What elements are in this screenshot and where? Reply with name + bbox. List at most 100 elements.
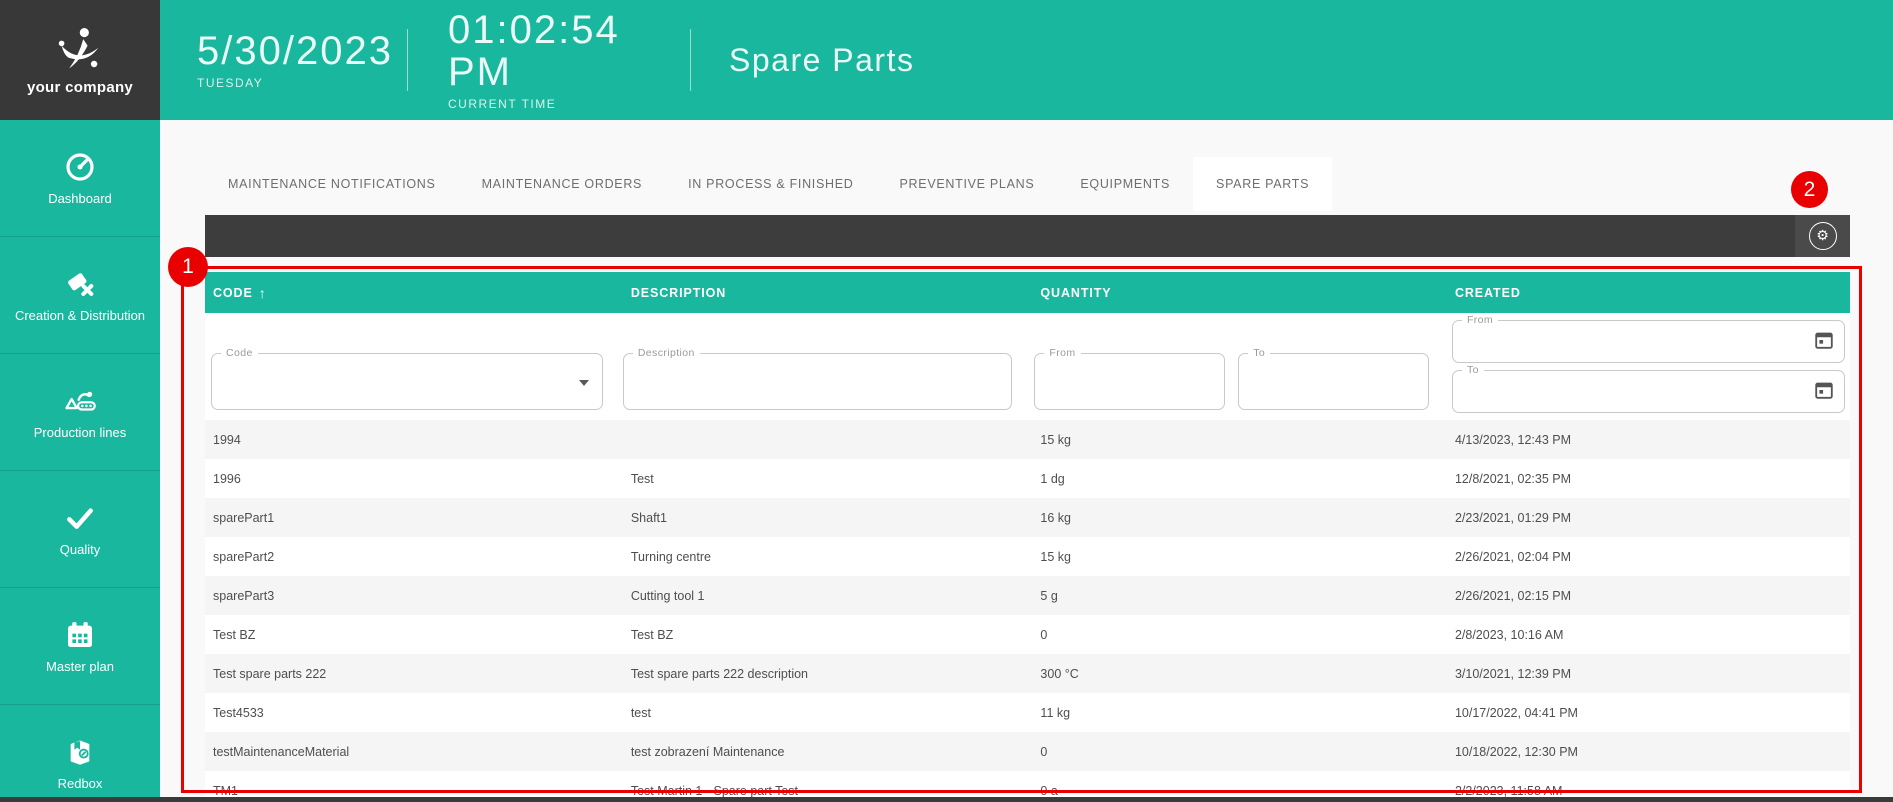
tab-equipments[interactable]: EQUIPMENTS [1057,157,1193,211]
cell-created: 10/18/2022, 12:30 PM [1454,744,1578,759]
gear-icon: ⚙ [1808,222,1837,250]
cell-created: 3/10/2021, 12:39 PM [1454,666,1572,681]
table-body: 1994 15 kg 4/13/2023, 12:43 PM 1996 Test 1 dg… [205,420,1850,802]
cell-quantity: 300 °C [1040,666,1079,681]
cell-quantity: 16 kg [1040,510,1072,525]
quantity-from-field: From [1034,347,1226,410]
cell-description: Test spare parts 222 description [630,666,809,681]
cell-created: 4/13/2023, 12:43 PM [1454,432,1572,447]
window-bottom-edge [0,797,1893,802]
calendar-icon[interactable] [1811,379,1837,405]
code-filter-label: Code [221,347,258,359]
header-divider [407,29,408,91]
cell-quantity: 0 [1040,627,1048,642]
created-to-label: To [1461,364,1484,376]
cell-description: test zobrazení Maintenance [630,744,785,759]
sidebar-item-label: Dashboard [48,191,112,206]
current-day-label: TUESDAY [197,76,264,90]
cell-quantity: 5 g [1040,588,1058,603]
created-from-label: From [1461,314,1499,326]
description-filter-label: Description [632,347,700,359]
sidebar-item-master-plan[interactable]: Master plan [0,588,160,705]
sidebar-item-redbox[interactable]: Redbox [0,705,160,802]
quantity-from-label: From [1044,347,1081,359]
cell-quantity: 15 kg [1040,432,1072,447]
cell-code: sparePart2 [213,549,275,564]
cell-code: testMaintenanceMaterial [213,744,350,759]
sidebar-item-label: Master plan [46,659,114,674]
table-row[interactable]: Test spare parts 222 Test spare parts 222… [205,654,1850,693]
cell-description: Test BZ [630,627,674,642]
spare-parts-table: CODE ↑ DESCRIPTION QUANTITY CREATED Code [205,272,1850,802]
cell-created: 2/26/2021, 02:15 PM [1454,588,1572,603]
cell-quantity: 15 kg [1040,549,1072,564]
calendar-grid-icon [62,618,98,652]
created-to-field: To [1451,364,1845,413]
cell-quantity: 1 dg [1040,471,1065,486]
quantity-to-label: To [1248,347,1271,359]
table-row[interactable]: testMaintenanceMaterial test zobrazení Ma… [205,732,1850,771]
cell-created: 10/17/2022, 04:41 PM [1454,705,1578,720]
cell-quantity: 11 kg [1040,705,1071,720]
tab-maintenance-orders[interactable]: MAINTENANCE ORDERS [459,157,666,211]
settings-button[interactable]: ⚙ [1795,215,1850,257]
company-name: your company [26,78,134,96]
sidebar-item-label: Creation & Distribution [14,308,146,323]
column-header-description[interactable]: DESCRIPTION [623,286,1033,300]
table-row[interactable]: sparePart1 Shaft1 16 kg 2/23/2021, 01:29 PM [205,498,1850,537]
ticket-x-icon [62,267,98,301]
table-row[interactable]: Test4533 test 11 kg 10/17/2022, 04:41 PM [205,693,1850,732]
sidebar-item-dashboard[interactable]: Dashboard [0,120,160,237]
filter-row: Code Description From To From To [205,313,1850,420]
sidebar-item-label: Production lines [33,425,127,440]
cell-description: Test [630,471,654,486]
cell-description: test [630,705,651,720]
tab-maintenance-notifications[interactable]: MAINTENANCE NOTIFICATIONS [205,157,459,211]
table-row[interactable]: sparePart3 Cutting tool 1 5 g 2/26/2021, 02… [205,576,1850,615]
redbox-icon [62,735,98,769]
cell-code: 1996 [213,471,241,486]
cell-quantity: 0 [1040,744,1048,759]
cell-code: sparePart1 [213,510,275,525]
sidebar-item-quality[interactable]: Quality [0,471,160,588]
calendar-icon[interactable] [1811,329,1837,355]
tab-spare-parts[interactable]: SPARE PARTS [1193,157,1333,211]
quantity-to-input[interactable] [1239,354,1428,409]
table-row[interactable]: 1996 Test 1 dg 12/8/2021, 02:35 PM [205,459,1850,498]
table-row[interactable]: Test BZ Test BZ 0 2/8/2023, 10:16 AM [205,615,1850,654]
sidebar-item-label: Quality [59,542,101,557]
cell-code: TM1 [213,783,238,798]
column-header-quantity[interactable]: QUANTITY [1032,286,1447,300]
company-logo-icon [58,27,99,68]
table-row[interactable]: 1994 15 kg 4/13/2023, 12:43 PM [205,420,1850,459]
tab-in-process-finished[interactable]: IN PROCESS & FINISHED [665,157,876,211]
cell-code: Test4533 [213,705,264,720]
header-date-block: 5/30/2023 TUESDAY [197,30,407,90]
sidebar-menu: Dashboard Creation & Distribution Producti… [0,120,160,802]
description-filter-input[interactable] [623,354,1012,409]
tab-preventive-plans[interactable]: PREVENTIVE PLANS [877,157,1058,211]
sidebar-item-production-lines[interactable]: Production lines [0,354,160,471]
module-tabs: MAINTENANCE NOTIFICATIONS MAINTENANCE ORD… [205,157,1333,211]
cell-description: Shaft1 [630,510,667,525]
header-divider [690,29,691,91]
dropdown-caret-icon[interactable] [578,379,589,386]
code-filter-input[interactable] [212,354,602,409]
quantity-to-field: To [1238,347,1429,410]
created-from-input[interactable] [1452,321,1844,362]
annotation-marker-2: 2 [1791,171,1828,208]
table-row[interactable]: sparePart2 Turning centre 15 kg 2/26/2021, … [205,537,1850,576]
column-header-code[interactable]: CODE ↑ [205,285,623,301]
sidebar: your company Dashboard Creation & Distrib… [0,0,160,802]
sidebar-item-label: Redbox [57,776,103,791]
cell-created: 12/8/2021, 02:35 PM [1454,471,1572,486]
sort-asc-icon[interactable]: ↑ [259,285,267,301]
current-time: 01:02:54 PM [448,8,620,94]
company-logo: your company [0,0,160,120]
page-title-wrap: Spare Parts [729,42,914,79]
quantity-from-input[interactable] [1035,354,1225,409]
column-header-created[interactable]: CREATED [1447,286,1850,300]
created-to-input[interactable] [1452,371,1844,412]
sidebar-item-creation-distribution[interactable]: Creation & Distribution [0,237,160,354]
cell-description: Cutting tool 1 [630,588,705,603]
